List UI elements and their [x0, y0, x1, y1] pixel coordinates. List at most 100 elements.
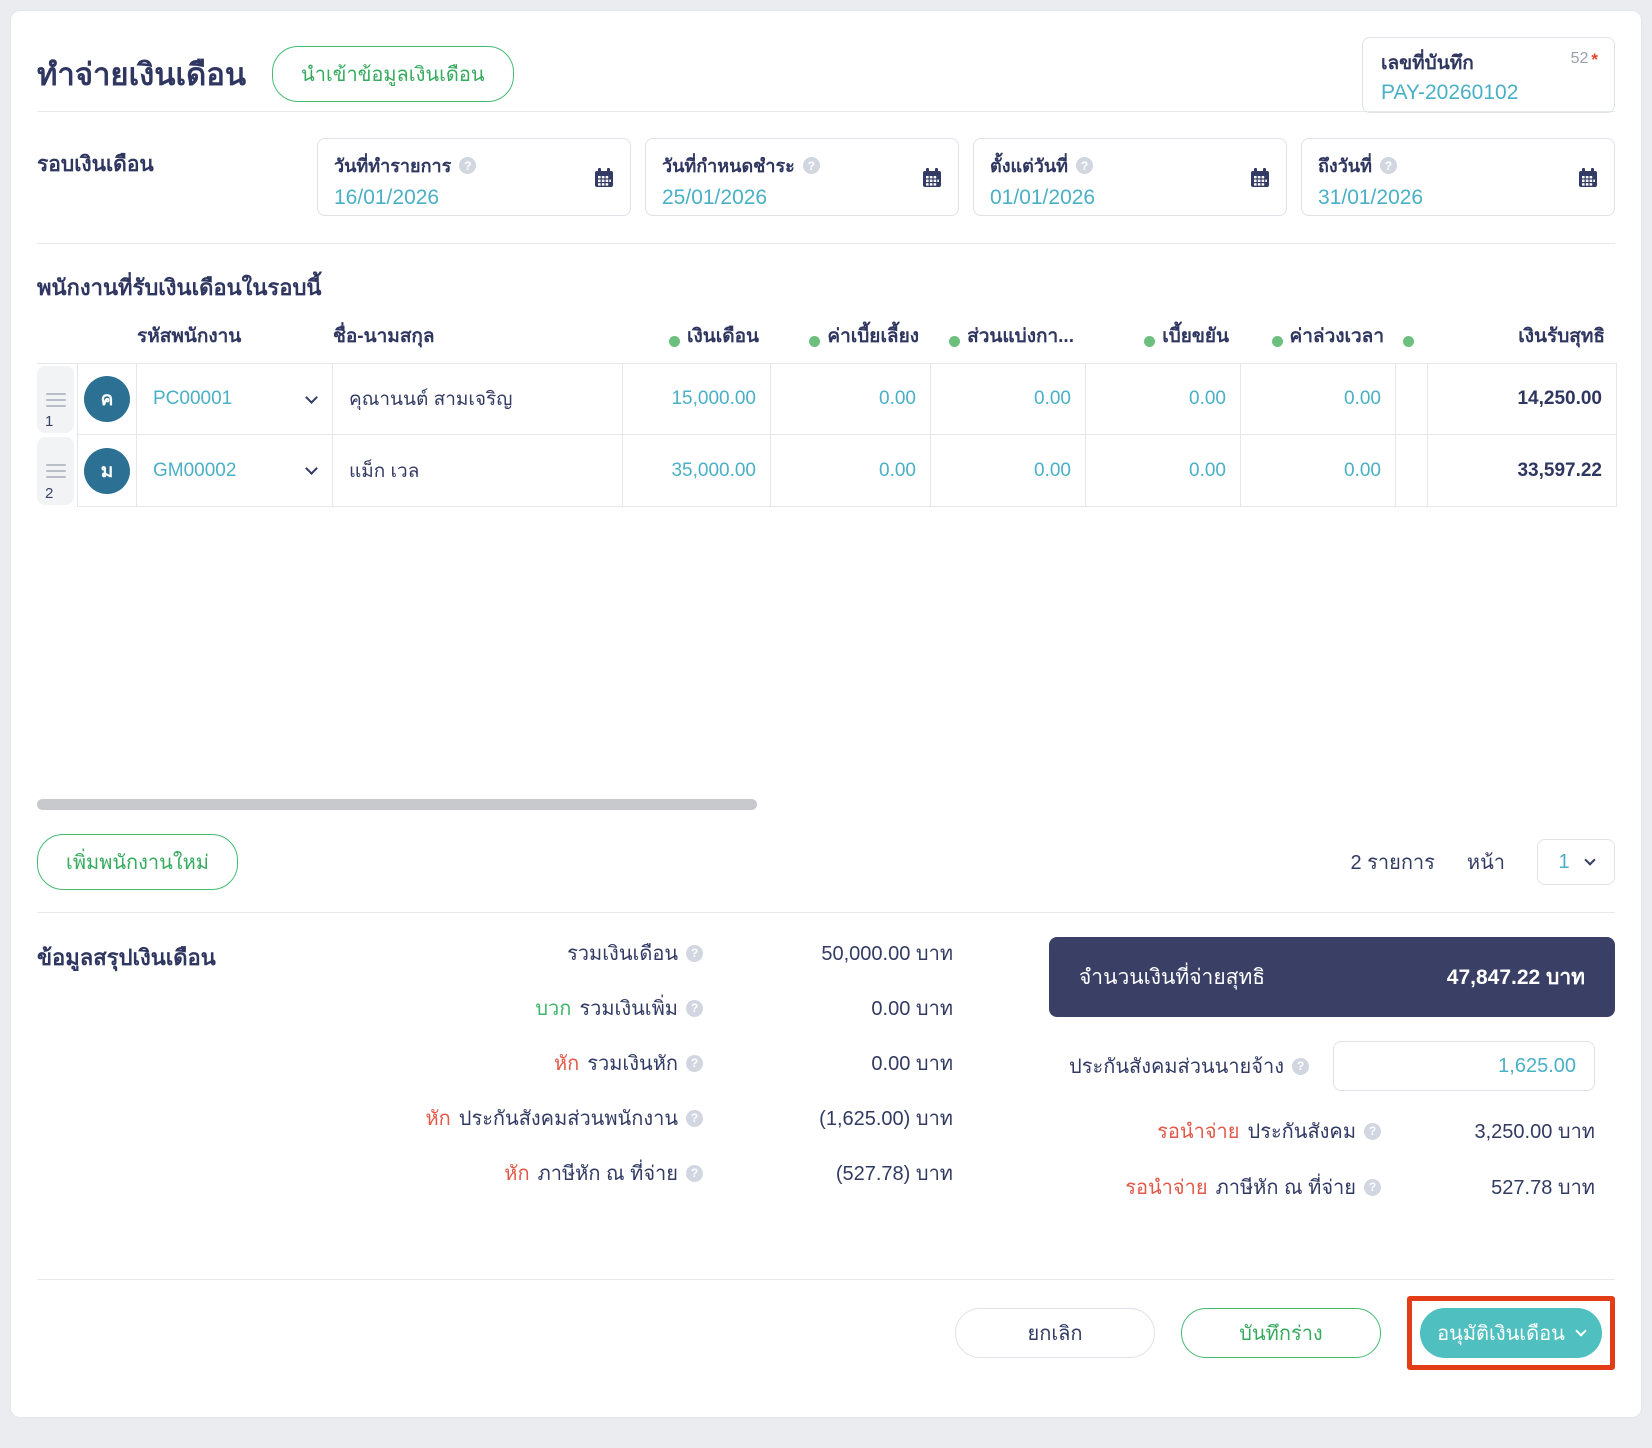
page-title: ทำจ่ายเงินเดือน [37, 57, 247, 92]
pending-value: 3,250.00 บาท [1474, 1121, 1595, 1143]
column-header-share: ส่วนแบ่งกา... [931, 311, 1086, 363]
allowance-cell[interactable]: 0.00 [771, 363, 931, 435]
cancel-button[interactable]: ยกเลิก [955, 1308, 1155, 1358]
help-icon[interactable]: ? [686, 1054, 703, 1072]
column-header-salary: เงินเดือน [623, 311, 771, 363]
calendar-icon[interactable] [1250, 168, 1270, 188]
employee-avatar-cell: ค [77, 363, 137, 435]
help-icon[interactable]: ? [459, 157, 477, 174]
calendar-icon[interactable] [922, 168, 942, 188]
pagination: 2 รายการ หน้า 1 [1350, 839, 1615, 885]
summary-section-title: ข้อมูลสรุปเงินเดือน [37, 945, 216, 970]
save-draft-button[interactable]: บันทึกร่าง [1181, 1308, 1381, 1358]
minus-prefix: หัก [504, 1163, 530, 1185]
table-row: 1 ค PC00001 คุณานนต์ สามเจริญ 15,000.00 … [37, 363, 1617, 435]
items-count: 2 รายการ [1350, 852, 1435, 874]
minus-prefix: หัก [553, 1053, 580, 1075]
help-icon[interactable]: ? [1364, 1122, 1381, 1140]
share-cell[interactable]: 0.00 [931, 363, 1086, 435]
calendar-icon[interactable] [1578, 168, 1598, 188]
employer-ssf-row: ประกันสังคมส่วนนายจ้าง? [1049, 1041, 1615, 1091]
summary-totals: รวมเงินเดือน? 50,000.00 บาท บวก รวมเงินเพ… [305, 937, 953, 1279]
salary-cell[interactable]: 15,000.00 [623, 363, 771, 435]
start-date-value: 01/01/2026 [990, 186, 1096, 209]
due-date-label: วันที่กำหนดชำระ [662, 156, 795, 176]
net-pay-cell: 33,597.22 [1428, 435, 1617, 507]
help-icon[interactable]: ? [686, 999, 703, 1017]
avatar-column-header [77, 311, 137, 363]
due-date-field[interactable]: วันที่กำหนดชำระ? 25/01/2026 [645, 138, 959, 216]
chevron-down-icon [305, 390, 318, 404]
add-employee-button[interactable]: เพิ่มพนักงานใหม่ [37, 834, 238, 890]
employee-code-select[interactable]: PC00001 [137, 363, 333, 435]
salary-cell[interactable]: 35,000.00 [623, 435, 771, 507]
pending-prefix: รอนำจ่าย [1157, 1121, 1240, 1143]
pending-ssf-row: รอนำจ่าย ประกันสังคม? 3,250.00 บาท [1049, 1115, 1615, 1147]
extra-cell [1396, 435, 1428, 507]
employee-name-cell: คุณานนต์ สามเจริญ [333, 363, 623, 435]
column-header-net: เงินรับสุทธิ [1518, 326, 1605, 347]
transaction-date-field[interactable]: วันที่ทำรายการ? 16/01/2026 [317, 138, 631, 216]
row-drag-handle[interactable]: 1 [37, 366, 74, 433]
employees-section-title: พนักงานที่รับเงินเดือนในรอบนี้ [37, 275, 322, 300]
avatar: ม [84, 447, 130, 494]
calendar-icon[interactable] [594, 168, 614, 188]
payroll-card: ทำจ่ายเงินเดือน นำเข้าข้อมูลเงินเดือน เล… [10, 10, 1642, 1418]
column-header-diligence: เบี้ยขยัน [1086, 311, 1241, 363]
import-payroll-button[interactable]: นำเข้าข้อมูลเงินเดือน [272, 46, 514, 102]
help-icon[interactable]: ? [1364, 1178, 1381, 1196]
row-drag-handle[interactable]: 2 [37, 437, 74, 505]
diligence-cell[interactable]: 0.00 [1086, 435, 1241, 507]
divider [37, 243, 1615, 244]
payroll-period-section: รอบเงินเดือน วันที่ทำรายการ? 16/01/2026 … [37, 112, 1615, 243]
help-icon[interactable]: ? [1076, 157, 1094, 174]
table-empty-area [37, 507, 1615, 795]
summary-label: รวมเงินเดือน [567, 943, 678, 965]
summary-value: (527.78) บาท [835, 1163, 953, 1185]
help-icon[interactable]: ? [686, 1109, 703, 1127]
avatar: ค [84, 376, 130, 422]
row-number: 1 [45, 413, 54, 430]
period-section-label: รอบเงินเดือน [37, 153, 154, 176]
help-icon[interactable]: ? [1379, 157, 1397, 174]
diligence-cell[interactable]: 0.00 [1086, 363, 1241, 435]
share-cell[interactable]: 0.00 [931, 435, 1086, 507]
page-label: หน้า [1466, 852, 1505, 874]
help-icon[interactable]: ? [686, 1164, 703, 1182]
overtime-cell[interactable]: 0.00 [1241, 363, 1396, 435]
pending-prefix: รอนำจ่าย [1125, 1177, 1208, 1199]
record-number-field[interactable]: เลขที่บันทึก 52 * PAY-20260102 [1362, 37, 1615, 113]
summary-label: รวมเงินเพิ่ม [579, 998, 678, 1020]
overtime-cell[interactable]: 0.00 [1241, 435, 1396, 507]
green-dot-icon [1144, 336, 1156, 347]
summary-row-total-salary: รวมเงินเดือน? 50,000.00 บาท [305, 937, 953, 969]
footer-actions: ยกเลิก บันทึกร่าง อนุมัติเงินเดือน [37, 1280, 1615, 1386]
employer-ssf-input[interactable] [1333, 1041, 1595, 1091]
due-date-value: 25/01/2026 [662, 186, 768, 209]
start-date-field[interactable]: ตั้งแต่วันที่? 01/01/2026 [973, 138, 1287, 216]
approve-payroll-button[interactable]: อนุมัติเงินเดือน [1420, 1308, 1602, 1358]
horizontal-scrollbar[interactable] [37, 799, 757, 810]
transaction-date-value: 16/01/2026 [334, 186, 440, 209]
required-asterisk: * [1591, 50, 1598, 69]
summary-row-total-deductions: หัก รวมเงินหัก? 0.00 บาท [305, 1047, 953, 1079]
help-icon[interactable]: ? [1292, 1057, 1309, 1075]
summary-row-employee-ssf: หัก ประกันสังคมส่วนพนักงาน? (1,625.00) บา… [305, 1102, 953, 1134]
help-icon[interactable]: ? [686, 944, 703, 962]
table-row: 2 ม GM00002 แม็ก เวล 35,000.00 0.00 0.00… [37, 435, 1617, 507]
extra-cell [1396, 363, 1428, 435]
allowance-cell[interactable]: 0.00 [771, 435, 931, 507]
summary-label: ประกันสังคมส่วนพนักงาน [458, 1108, 678, 1130]
page-select-value: 1 [1558, 850, 1570, 873]
green-dot-icon [669, 336, 680, 347]
start-date-label: ตั้งแต่วันที่ [990, 156, 1069, 176]
page-select[interactable]: 1 [1537, 839, 1615, 885]
row-number: 2 [45, 485, 54, 502]
record-count-badge: 52 * [1570, 50, 1598, 69]
help-icon[interactable]: ? [802, 157, 820, 174]
employee-code-select[interactable]: GM00002 [137, 435, 333, 507]
end-date-field[interactable]: ถึงวันที่? 31/01/2026 [1301, 138, 1615, 216]
annotation-highlight: อนุมัติเงินเดือน [1407, 1296, 1615, 1370]
summary-net-panel: จำนวนเงินที่จ่ายสุทธิ 47,847.22 บาท ประก… [1049, 937, 1615, 1279]
pending-label: ภาษีหัก ณ ที่จ่าย [1215, 1177, 1356, 1199]
